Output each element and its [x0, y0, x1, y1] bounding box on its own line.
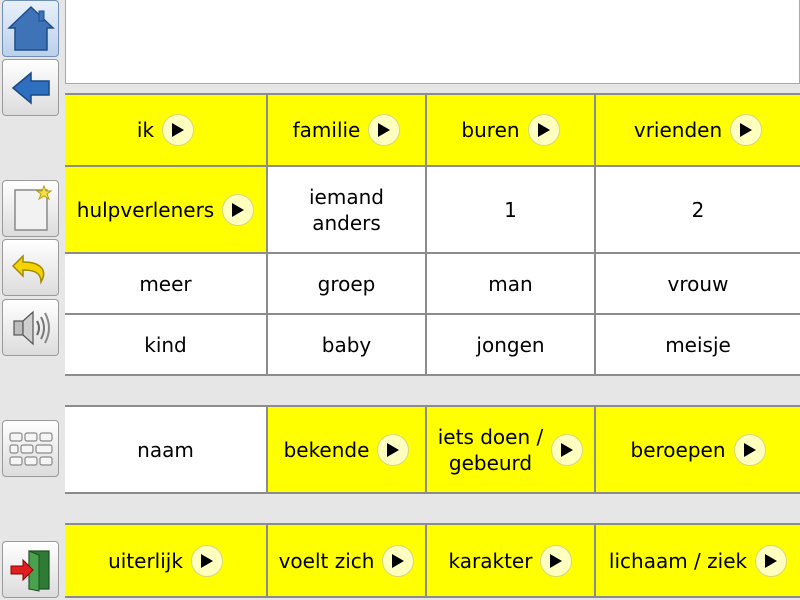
- cell-label: iemand anders: [309, 184, 384, 235]
- grid-row-4: kind baby jongen meisje: [65, 313, 800, 376]
- cell-meisje[interactable]: meisje: [596, 315, 800, 374]
- cell-iets-doen-gebeurd[interactable]: iets doen / gebeurd: [427, 407, 596, 492]
- cell-label: lichaam / ziek: [608, 548, 748, 573]
- keyboard-button[interactable]: [2, 420, 59, 477]
- back-arrow-icon: [11, 70, 50, 105]
- play-arrow-icon: [527, 114, 560, 146]
- cell-hulpverleners[interactable]: hulpverleners: [65, 167, 268, 252]
- cell-label: karakter: [448, 548, 533, 573]
- play-arrow-icon: [377, 433, 410, 466]
- cell-label: ik: [136, 118, 155, 142]
- exit-button[interactable]: [2, 541, 59, 598]
- cell-label: familie: [292, 118, 361, 142]
- cell-label: voelt zich: [278, 548, 375, 573]
- cell-label: baby: [321, 332, 372, 357]
- cell-label: buren: [461, 118, 520, 142]
- grid-row-1: ik familie buren vrienden: [65, 93, 800, 167]
- undo-button[interactable]: [2, 239, 59, 296]
- undo-icon: [11, 253, 44, 285]
- cell-vrienden[interactable]: vrienden: [596, 95, 800, 165]
- cell-kind[interactable]: kind: [65, 315, 268, 374]
- play-arrow-icon: [730, 114, 763, 146]
- home-button[interactable]: [2, 0, 59, 57]
- play-arrow-icon: [382, 544, 415, 577]
- cell-label: uiterlijk: [108, 548, 183, 573]
- cell-bekende[interactable]: bekende: [268, 407, 427, 492]
- cell-label: bekende: [283, 437, 370, 462]
- new-page-button[interactable]: [2, 180, 59, 237]
- cell-familie[interactable]: familie: [268, 95, 427, 165]
- cell-karakter[interactable]: karakter: [427, 525, 596, 596]
- cell-baby[interactable]: baby: [268, 315, 427, 374]
- speak-button[interactable]: [2, 299, 59, 356]
- play-arrow-icon: [222, 193, 255, 226]
- cell-lichaam-ziek[interactable]: lichaam / ziek: [596, 525, 800, 596]
- speaker-icon: [12, 310, 50, 345]
- cell-label: naam: [137, 437, 194, 462]
- cell-groep[interactable]: groep: [268, 254, 427, 313]
- grid-row-2: hulpverleners iemand anders 1 2: [65, 165, 800, 254]
- exit-door-icon: [10, 549, 50, 592]
- cell-buren[interactable]: buren: [427, 95, 596, 165]
- cell-iemand-anders[interactable]: iemand anders: [268, 167, 427, 252]
- cell-uiterlijk[interactable]: uiterlijk: [65, 525, 268, 596]
- cell-label: groep: [317, 271, 376, 296]
- play-arrow-icon: [755, 544, 788, 577]
- cell-label: meisje: [665, 332, 731, 357]
- cell-label: vrienden: [633, 118, 723, 142]
- play-arrow-icon: [190, 544, 223, 577]
- grid-row-5: naam bekende iets doen / gebeurd beroepen: [65, 405, 800, 494]
- cell-naam[interactable]: naam: [65, 407, 268, 492]
- cell-label: kind: [144, 332, 187, 357]
- cell-label: jongen: [476, 332, 545, 357]
- message-window[interactable]: [65, 0, 800, 84]
- play-arrow-icon: [540, 544, 573, 577]
- play-arrow-icon: [162, 114, 195, 146]
- cell-beroepen[interactable]: beroepen: [596, 407, 800, 492]
- cell-label: man: [488, 271, 533, 296]
- cell-jongen[interactable]: jongen: [427, 315, 596, 374]
- new-page-icon: [13, 184, 52, 231]
- cell-vrouw[interactable]: vrouw: [596, 254, 800, 313]
- left-toolbar: [0, 0, 64, 600]
- home-icon: [6, 5, 55, 51]
- cell-label: 1: [504, 197, 517, 222]
- grid-row-6: uiterlijk voelt zich karakter lichaam / zie…: [65, 523, 800, 598]
- cell-label: hulpverleners: [76, 197, 215, 222]
- cell-meer[interactable]: meer: [65, 254, 268, 313]
- cell-2[interactable]: 2: [596, 167, 800, 252]
- cell-label: meer: [139, 271, 192, 296]
- cell-ik[interactable]: ik: [65, 95, 268, 165]
- cell-label: beroepen: [630, 437, 726, 462]
- keyboard-icon: [8, 431, 53, 466]
- cell-man[interactable]: man: [427, 254, 596, 313]
- cell-voelt-zich[interactable]: voelt zich: [268, 525, 427, 596]
- play-arrow-icon: [733, 433, 766, 466]
- play-arrow-icon: [368, 114, 401, 146]
- app-window: ik familie buren vrienden hulpverleners iema…: [0, 0, 800, 600]
- cell-1[interactable]: 1: [427, 167, 596, 252]
- cell-label: 2: [691, 197, 705, 222]
- play-arrow-icon: [551, 433, 584, 466]
- grid-row-3: meer groep man vrouw: [65, 252, 800, 315]
- back-button[interactable]: [2, 59, 59, 116]
- cell-label: iets doen / gebeurd: [437, 424, 544, 475]
- cell-label: vrouw: [667, 271, 729, 296]
